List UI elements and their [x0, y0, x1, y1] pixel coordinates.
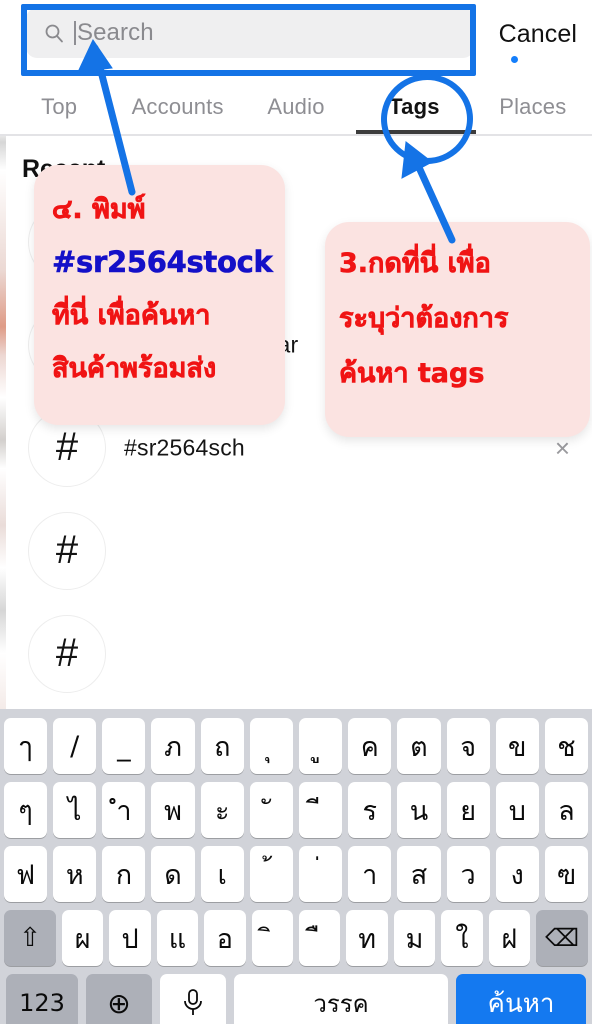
- key-thai-41[interactable]: ิ: [251, 910, 293, 966]
- key-thai-4[interactable]: ภ: [151, 718, 195, 774]
- key-thai-24[interactable]: ล: [544, 782, 589, 838]
- annotation-left-line-2: #sr2564stock: [52, 245, 273, 280]
- key-thai-33[interactable]: ส: [397, 846, 441, 902]
- key-thai-7[interactable]: ู: [299, 718, 343, 774]
- text-caret: [74, 21, 76, 45]
- key-thai-46[interactable]: ฝ: [488, 910, 531, 966]
- annotation-left-line-4: สินค้าพร้อมส่ง: [52, 353, 217, 385]
- app-screen: Search Cancel Top Accounts Audio Tags Pl…: [0, 0, 592, 1024]
- key-thai-22[interactable]: ย: [446, 782, 490, 838]
- key-thai-11[interactable]: ข: [495, 718, 539, 774]
- list-item[interactable]: #: [0, 499, 592, 602]
- mic-glyph: [184, 989, 202, 1015]
- annotation-left-line-1: ๔. พิมพ์: [52, 194, 146, 226]
- keyboard-row-1: ๅ / _ ภ ถ ุ ู ค ต จ ข ช: [0, 715, 592, 777]
- keyboard-row-3: ฟ ห ก ด เ ้ ่ า ส ว ง ฃ: [0, 843, 592, 905]
- annotation-note-right: 3.กดที่นี่ เพื่อ ระบุว่าต้องการ ค้นหา ta…: [325, 222, 590, 437]
- list-item-label: #sr2564sch: [124, 434, 245, 460]
- tab-places[interactable]: Places: [474, 94, 592, 120]
- backspace-key[interactable]: ⌫: [536, 910, 589, 966]
- annotation-right-line-2: ระบุว่าต้องการ: [339, 303, 509, 335]
- space-key[interactable]: วรรค: [234, 974, 448, 1024]
- close-icon[interactable]: ×: [555, 435, 570, 461]
- key-thai-29[interactable]: เ: [200, 846, 244, 902]
- key-thai-1[interactable]: ๅ: [3, 718, 48, 774]
- keyboard-row-2: ๆ ไ ำ พ ะ ั ี ร น ย บ ล: [0, 779, 592, 841]
- cancel-indicator-dot: [511, 56, 518, 63]
- globe-icon[interactable]: ⊕: [86, 974, 152, 1024]
- onscreen-keyboard: ๅ / _ ภ ถ ุ ู ค ต จ ข ช ๆ ไ ำ พ ะ ั ี ร …: [0, 709, 592, 1024]
- key-thai-31[interactable]: ่: [299, 846, 343, 902]
- key-thai-18[interactable]: ั: [249, 782, 293, 838]
- key-thai-25[interactable]: ฟ: [3, 846, 48, 902]
- key-underscore[interactable]: _: [102, 718, 146, 774]
- annotation-right-line-1: 3.กดที่นี่ เพื่อ: [339, 248, 491, 280]
- numbers-key[interactable]: 123: [6, 974, 78, 1024]
- annotation-note-left: ๔. พิมพ์ #sr2564stock ที่นี่ เพื่อค้นหา …: [34, 165, 285, 425]
- tab-accounts[interactable]: Accounts: [118, 94, 236, 120]
- list-item[interactable]: #: [0, 602, 592, 705]
- key-thai-10[interactable]: จ: [446, 718, 490, 774]
- key-thai-12[interactable]: ช: [544, 718, 589, 774]
- key-thai-30[interactable]: ้: [249, 846, 293, 902]
- cancel-button[interactable]: Cancel: [499, 20, 577, 49]
- key-thai-5[interactable]: ถ: [200, 718, 244, 774]
- keyboard-row-4: ⇧ ผ ป แ อ ิ ื ท ม ใ ฝ ⌫: [0, 907, 592, 969]
- key-thai-40[interactable]: อ: [204, 910, 246, 966]
- key-thai-6[interactable]: ุ: [249, 718, 293, 774]
- key-thai-21[interactable]: น: [397, 782, 441, 838]
- key-thai-14[interactable]: ไ: [53, 782, 97, 838]
- key-thai-34[interactable]: ว: [446, 846, 490, 902]
- key-thai-42[interactable]: ื: [299, 910, 341, 966]
- key-thai-23[interactable]: บ: [495, 782, 539, 838]
- key-thai-28[interactable]: ด: [151, 846, 195, 902]
- key-thai-35[interactable]: ง: [495, 846, 539, 902]
- key-thai-8[interactable]: ค: [348, 718, 392, 774]
- annotation-left-line-3: ที่นี่ เพื่อค้นหา: [52, 300, 211, 332]
- hashtag-icon: #: [28, 614, 106, 693]
- search-icon: [45, 24, 63, 43]
- key-thai-39[interactable]: แ: [156, 910, 199, 966]
- key-thai-45[interactable]: ใ: [441, 910, 483, 966]
- search-input[interactable]: Search: [26, 8, 474, 58]
- key-thai-44[interactable]: ม: [393, 910, 436, 966]
- key-slash[interactable]: /: [53, 718, 97, 774]
- annotation-right-line-3: ค้นหา tags: [339, 358, 485, 390]
- key-thai-20[interactable]: ร: [348, 782, 392, 838]
- key-thai-38[interactable]: ป: [109, 910, 151, 966]
- search-enter-key[interactable]: ค้นหา: [456, 974, 586, 1024]
- key-thai-17[interactable]: ะ: [200, 782, 244, 838]
- key-thai-9[interactable]: ต: [397, 718, 441, 774]
- microphone-icon[interactable]: [160, 974, 226, 1024]
- keyboard-row-bottom: 123 ⊕ วรรค ค้นหา: [0, 971, 592, 1024]
- shift-key[interactable]: ⇧: [3, 910, 56, 966]
- tab-tags[interactable]: Tags: [355, 94, 473, 120]
- hashtag-icon: #: [28, 511, 106, 590]
- key-thai-19[interactable]: ี: [299, 782, 343, 838]
- key-thai-27[interactable]: ก: [102, 846, 146, 902]
- search-tabs: Top Accounts Audio Tags Places: [0, 78, 592, 135]
- key-thai-16[interactable]: พ: [151, 782, 195, 838]
- tabbar-divider: [0, 134, 592, 136]
- search-placeholder: Search: [77, 19, 154, 46]
- key-thai-13[interactable]: ๆ: [3, 782, 48, 838]
- key-thai-32[interactable]: า: [348, 846, 392, 902]
- key-thai-43[interactable]: ท: [346, 910, 388, 966]
- tab-top[interactable]: Top: [0, 94, 118, 120]
- tab-audio[interactable]: Audio: [237, 94, 355, 120]
- key-thai-36[interactable]: ฃ: [544, 846, 589, 902]
- search-bar: Search Cancel: [0, 0, 592, 78]
- key-thai-37[interactable]: ผ: [61, 910, 104, 966]
- key-thai-15[interactable]: ำ: [102, 782, 146, 838]
- key-thai-26[interactable]: ห: [53, 846, 97, 902]
